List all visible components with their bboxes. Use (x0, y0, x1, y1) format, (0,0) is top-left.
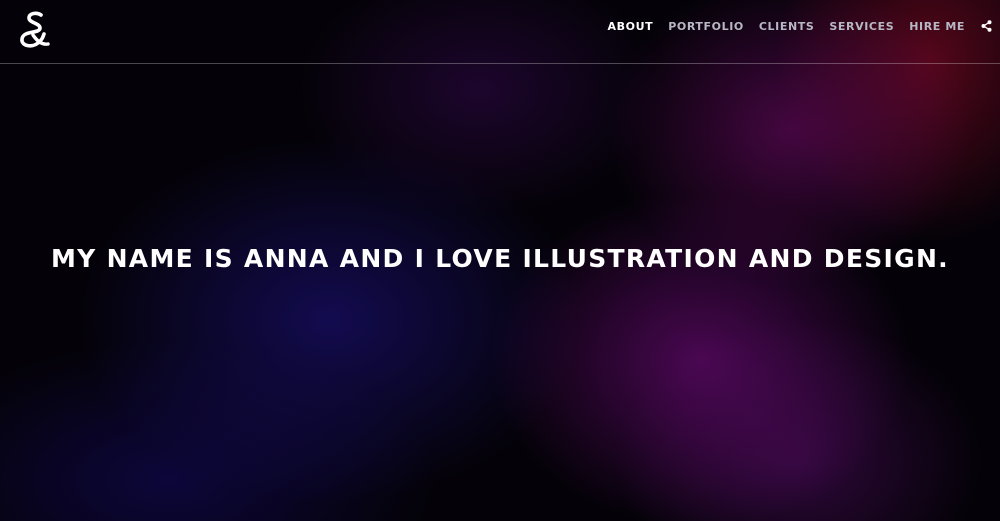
nav-item-clients[interactable]: CLIENTS (759, 20, 815, 33)
share-icon[interactable] (981, 20, 992, 32)
nav-item-services[interactable]: SERVICES (829, 20, 894, 33)
nav-item-about[interactable]: ABOUT (608, 20, 654, 33)
nav-item-hire-me[interactable]: HIRE ME (909, 20, 965, 33)
hero-title: MY NAME IS ANNA AND I LOVE ILLUSTRATION … (51, 244, 949, 273)
site-header: ABOUT PORTFOLIO CLIENTS SERVICES HIRE ME (0, 0, 1000, 64)
hero-page: ABOUT PORTFOLIO CLIENTS SERVICES HIRE ME… (0, 0, 1000, 521)
nav-item-portfolio[interactable]: PORTFOLIO (668, 20, 744, 33)
main-nav: ABOUT PORTFOLIO CLIENTS SERVICES HIRE ME (593, 0, 992, 52)
ampersand-logo-icon[interactable] (18, 10, 50, 48)
